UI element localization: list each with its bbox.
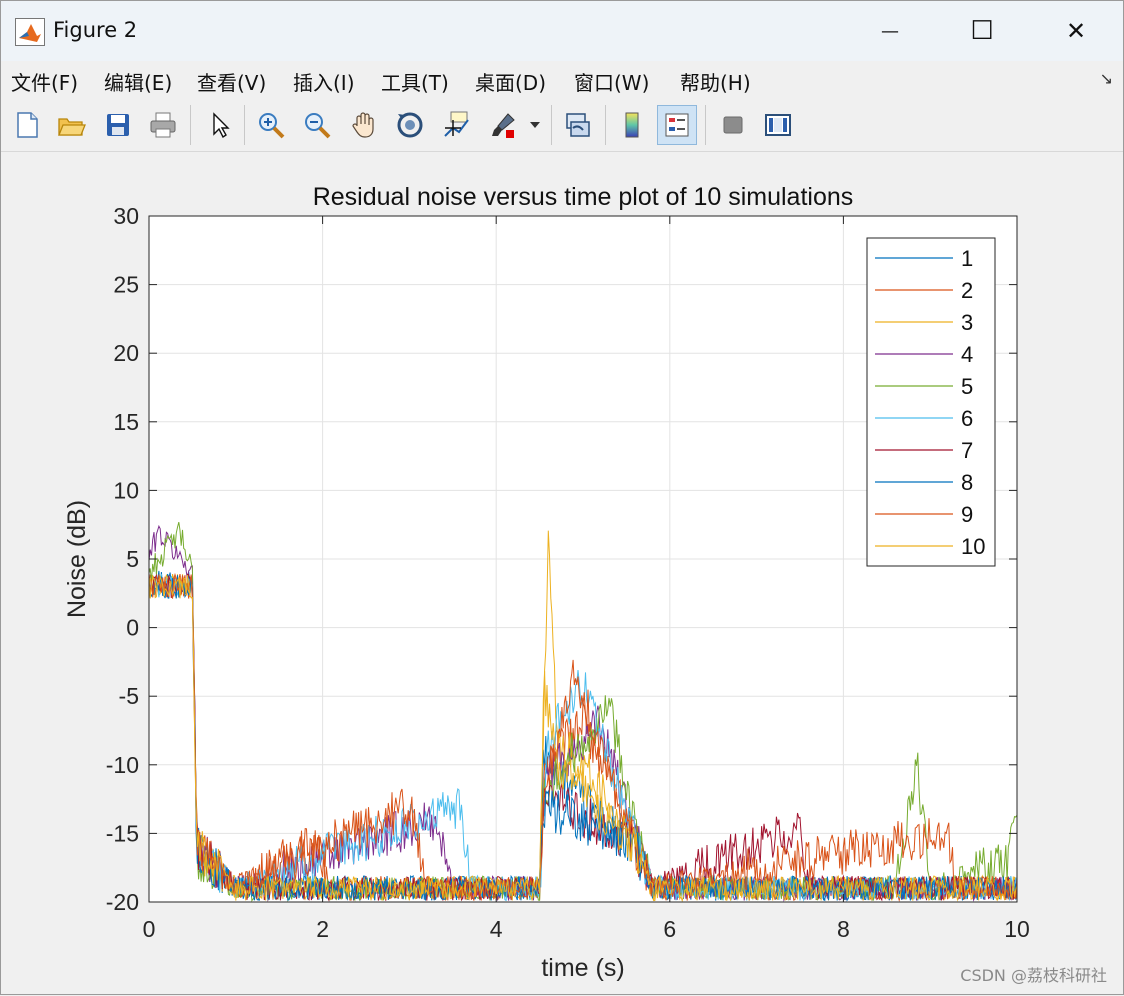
- brush-dropdown-button[interactable]: [523, 105, 547, 145]
- close-icon: ✕: [1065, 17, 1087, 45]
- maximize-icon: ☐: [970, 16, 994, 46]
- open-file-icon: [58, 118, 86, 136]
- minimize-icon: —: [881, 20, 899, 42]
- toolbar-separator: [551, 105, 552, 145]
- x-tick-label: 8: [837, 916, 850, 942]
- legend-label: 10: [961, 534, 985, 559]
- save-icon: [107, 114, 129, 136]
- edit-plot-button[interactable]: [200, 105, 240, 145]
- toolbar-separator: [705, 105, 706, 145]
- brush-icon: [492, 113, 515, 138]
- minimize-button[interactable]: —: [867, 11, 913, 51]
- legend-label: 3: [961, 310, 973, 335]
- y-tick-label: -20: [106, 889, 139, 915]
- y-axis-label: Noise (dB): [63, 500, 91, 618]
- chevron-down-icon: [530, 122, 540, 128]
- data-cursor-icon: [444, 111, 469, 137]
- open-file-button[interactable]: [51, 105, 91, 145]
- legend-icon: [665, 113, 689, 137]
- x-tick-label: 4: [490, 916, 503, 942]
- x-axis-label: time (s): [541, 954, 624, 982]
- menu-view[interactable]: 查看(V): [197, 67, 266, 96]
- legend-label: 2: [961, 278, 973, 303]
- y-tick-label: 5: [126, 546, 139, 572]
- menu-insert[interactable]: 插入(I): [293, 67, 355, 96]
- colorbar-button[interactable]: [612, 105, 652, 145]
- chart-title: Residual noise versus time plot of 10 si…: [313, 183, 854, 211]
- x-tick-label: 10: [1004, 916, 1030, 942]
- y-tick-label: -10: [106, 752, 139, 778]
- noise-line-chart[interactable]: 0 2 4 6 8 10-20-15-10-5051015202530 Residual …: [3, 152, 1121, 992]
- menu-desktop[interactable]: 桌面(D): [475, 67, 546, 96]
- toolbar-separator: [605, 105, 606, 145]
- zoom-in-button[interactable]: [251, 105, 291, 145]
- menu-help[interactable]: 帮助(H): [680, 67, 751, 96]
- pan-hand-icon: [352, 112, 374, 138]
- data-cursor-button[interactable]: [436, 105, 476, 145]
- colorbar-icon: [625, 112, 639, 138]
- y-tick-label: 25: [113, 272, 139, 298]
- toolbar-separator: [190, 105, 191, 145]
- new-figure-button[interactable]: [7, 105, 47, 145]
- rotate-3d-button[interactable]: [390, 105, 430, 145]
- title-bar[interactable]: Figure 2 — ☐ ✕: [1, 1, 1123, 61]
- show-plot-tools-icon: [765, 114, 791, 136]
- x-tick-label: 2: [316, 916, 329, 942]
- zoom-out-button[interactable]: [297, 105, 337, 145]
- hide-plot-tools-icon: [723, 116, 743, 134]
- menu-bar: 文件(F) 编辑(E) 查看(V) 插入(I) 工具(T) 桌面(D) 窗口(W…: [1, 61, 1123, 99]
- new-figure-icon: [17, 112, 38, 138]
- y-tick-label: 10: [113, 477, 139, 503]
- link-plot-icon: [566, 113, 590, 137]
- matlab-logo-icon: [15, 18, 45, 46]
- print-icon: [150, 112, 176, 138]
- menu-tools[interactable]: 工具(T): [381, 67, 449, 96]
- link-plot-button[interactable]: [558, 105, 598, 145]
- menu-file[interactable]: 文件(F): [11, 67, 78, 96]
- legend-button[interactable]: [657, 105, 697, 145]
- print-button[interactable]: [143, 105, 183, 145]
- toolbar-toggle-icon[interactable]: ↘: [1100, 69, 1113, 88]
- menu-window[interactable]: 窗口(W): [574, 67, 649, 96]
- zoom-out-icon: [305, 113, 331, 139]
- y-tick-label: 15: [113, 409, 139, 435]
- legend-label: 7: [961, 438, 973, 463]
- hide-plot-tools-button[interactable]: [713, 105, 753, 145]
- y-tick-label: 30: [113, 203, 139, 229]
- save-button[interactable]: [98, 105, 138, 145]
- rotate-3d-icon: [397, 112, 423, 138]
- toolbar-separator: [244, 105, 245, 145]
- legend-label: 8: [961, 470, 973, 495]
- legend[interactable]: 1 2 3 4 5 6 7 8 9 10: [866, 237, 996, 567]
- figure-canvas: 0 2 4 6 8 10 -20 -15 -10 -5 0 5 10 15 20 25 30 Residual …: [3, 152, 1121, 992]
- y-tick-label: -5: [119, 683, 139, 709]
- watermark-text: CSDN @荔枝科研社: [960, 966, 1107, 985]
- edit-plot-arrow-icon: [213, 112, 230, 139]
- figure-window: Figure 2 — ☐ ✕ 文件(F) 编辑(E) 查看(V) 插入(I) 工…: [0, 0, 1124, 995]
- legend-label: 4: [961, 342, 973, 367]
- pan-button[interactable]: [344, 105, 384, 145]
- close-button[interactable]: ✕: [1053, 11, 1099, 51]
- x-tick-label: 0: [143, 916, 156, 942]
- zoom-in-icon: [259, 113, 285, 139]
- maximize-button[interactable]: ☐: [959, 11, 1005, 51]
- show-plot-tools-button[interactable]: [758, 105, 798, 145]
- legend-label: 6: [961, 406, 973, 431]
- legend-box: [866, 237, 996, 567]
- legend-label: 1: [961, 246, 973, 271]
- y-tick-label: 0: [126, 615, 139, 641]
- y-tick-label: 20: [113, 340, 139, 366]
- y-tick-label: -15: [106, 820, 139, 846]
- x-tick-label: 6: [663, 916, 676, 942]
- figure-toolbar: [1, 99, 1123, 152]
- legend-label: 5: [961, 374, 973, 399]
- brush-button[interactable]: [483, 105, 523, 145]
- menu-edit[interactable]: 编辑(E): [104, 67, 172, 96]
- legend-label: 9: [961, 502, 973, 527]
- window-title: Figure 2: [53, 18, 138, 42]
